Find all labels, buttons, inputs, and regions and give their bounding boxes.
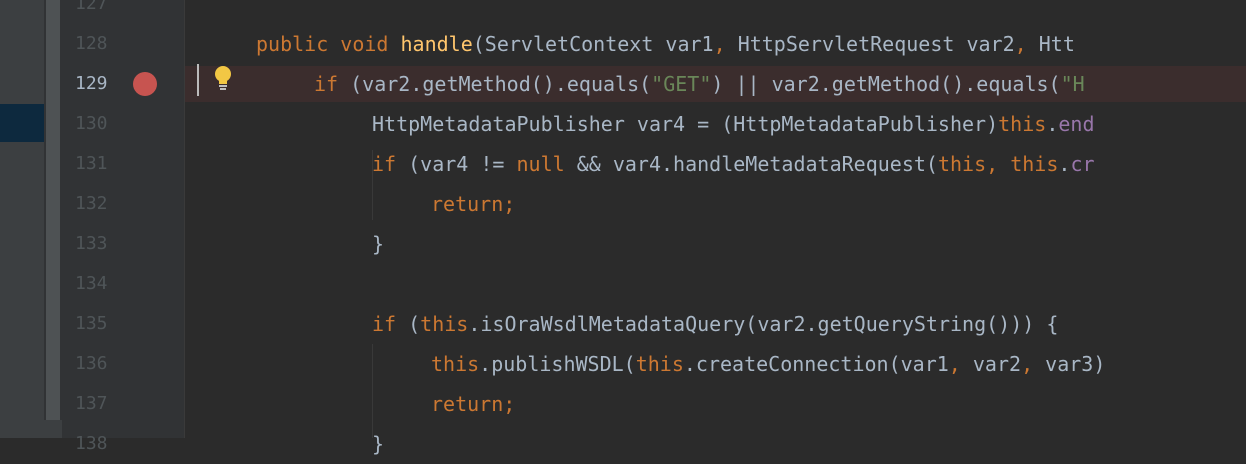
code-token: this — [998, 112, 1047, 136]
code-token: var2 — [972, 352, 1022, 376]
code-token: ; — [503, 192, 516, 216]
code-token: , — [948, 352, 973, 376]
left-tool-panel — [0, 0, 62, 438]
text-caret — [197, 64, 199, 96]
code-token: cr — [1070, 152, 1095, 176]
code-line[interactable]: if (this.isOraWsdlMetadataQuery(var2.get… — [372, 304, 1058, 344]
code-token: if — [372, 152, 409, 176]
breakpoint-icon[interactable] — [133, 72, 157, 96]
code-token: Htt — [1038, 32, 1075, 56]
code-line[interactable]: } — [372, 224, 384, 264]
code-token: , — [1021, 352, 1046, 376]
code-token: this — [1010, 152, 1059, 176]
code-token: && var4.handleMetadataRequest( — [576, 152, 938, 176]
code-token: , — [1014, 32, 1039, 56]
code-token: . — [1058, 152, 1071, 176]
code-token: .isOraWsdlMetadataQuery(var2.getQueryStr… — [468, 312, 1059, 336]
code-token: public — [256, 32, 341, 56]
code-token: } — [372, 432, 385, 456]
code-token: this — [420, 312, 469, 336]
line-number[interactable]: 137 — [75, 384, 135, 424]
line-number[interactable]: 129 — [75, 64, 135, 104]
line-number[interactable]: 127 — [75, 0, 135, 24]
code-token: return — [431, 192, 504, 216]
code-token: if — [372, 312, 409, 336]
code-line[interactable]: HttpMetadataPublisher var4 = (HttpMetada… — [372, 104, 1094, 144]
code-token: . — [1046, 112, 1059, 136]
line-number[interactable]: 130 — [75, 104, 135, 144]
code-token: return — [431, 392, 504, 416]
line-number[interactable]: 133 — [75, 224, 135, 264]
code-token: ) || var2.getMethod().equals( — [711, 72, 1061, 96]
code-token: .createConnection(var1 — [683, 352, 949, 376]
code-token: null — [516, 152, 577, 176]
left-scrollbar-thumb[interactable] — [46, 0, 60, 420]
code-token: (var4 != — [408, 152, 517, 176]
line-number[interactable]: 134 — [75, 264, 135, 304]
code-token: "H — [1060, 72, 1085, 96]
lightbulb-icon[interactable] — [213, 64, 233, 94]
code-token: "GET" — [651, 72, 712, 96]
code-token: end — [1058, 112, 1095, 136]
code-token: HttpServletRequest var2 — [737, 32, 1015, 56]
code-line[interactable]: public void handle(ServletContext var1, … — [256, 24, 1075, 64]
code-line[interactable]: this.publishWSDL(this.createConnection(v… — [431, 344, 1105, 384]
line-number[interactable]: 135 — [75, 304, 135, 344]
code-line[interactable]: if (var2.getMethod().equals("GET") || va… — [314, 64, 1085, 104]
code-token: (var2.getMethod().equals( — [350, 72, 652, 96]
code-line[interactable]: return; — [431, 384, 515, 424]
code-line[interactable]: return; — [431, 184, 515, 224]
code-token: this — [431, 352, 480, 376]
code-token: this — [635, 352, 684, 376]
code-token: this — [937, 152, 987, 176]
code-token: ; — [503, 392, 516, 416]
line-number[interactable]: 128 — [75, 24, 135, 64]
code-token: HttpMetadataPublisher var4 = (HttpMetada… — [372, 112, 999, 136]
code-token: , — [986, 152, 1011, 176]
indent-guide — [372, 150, 373, 220]
line-number[interactable]: 136 — [75, 344, 135, 384]
code-token: } — [372, 232, 385, 256]
code-token: ( — [408, 312, 421, 336]
code-token: (ServletContext var1 — [472, 32, 714, 56]
code-line[interactable]: } — [372, 424, 384, 464]
line-number[interactable]: 132 — [75, 184, 135, 224]
indent-guide — [372, 344, 373, 438]
code-token: void — [340, 32, 401, 56]
code-token: handle — [400, 32, 473, 56]
code-token: .publishWSDL( — [479, 352, 636, 376]
code-token: var3) — [1045, 352, 1106, 376]
code-token: , — [713, 32, 738, 56]
line-number[interactable]: 138 — [75, 424, 135, 464]
code-line[interactable]: if (var4 != null && var4.handleMetadataR… — [372, 144, 1095, 184]
code-token: if — [314, 72, 351, 96]
line-number[interactable]: 131 — [75, 144, 135, 184]
